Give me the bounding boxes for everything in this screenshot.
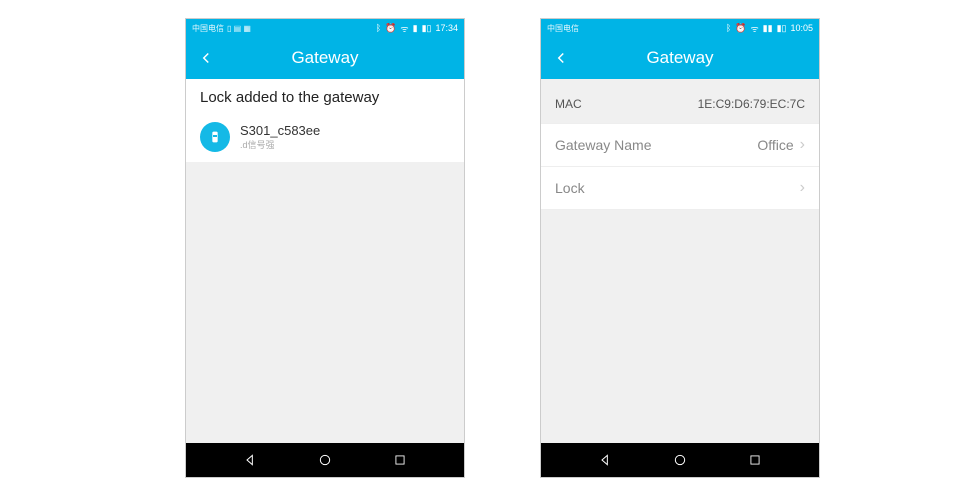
signal-icon: ▮ bbox=[413, 23, 418, 34]
back-button[interactable] bbox=[549, 46, 573, 70]
bluetooth-icon: ᛒ bbox=[726, 23, 731, 33]
status-bar: 中国电信 ▯ ▤ ▦ ᛒ ⏰ ᯤ ▮ ▮▯ 17:34 bbox=[186, 19, 464, 37]
wifi-icon: ᯤ bbox=[750, 22, 758, 35]
nav-back-button[interactable] bbox=[596, 450, 616, 470]
chevron-right-icon: › bbox=[800, 136, 805, 154]
lock-row[interactable]: Lock › bbox=[541, 167, 819, 210]
battery-icon: ▮▯ bbox=[422, 23, 432, 34]
mac-value: 1E:C9:D6:79:EC:7C bbox=[698, 97, 805, 111]
section-title: Lock added to the gateway bbox=[186, 79, 464, 116]
mac-row: MAC 1E:C9:D6:79:EC:7C bbox=[541, 85, 819, 124]
nav-home-button[interactable] bbox=[315, 450, 335, 470]
lock-device-icon bbox=[200, 122, 230, 152]
mac-label: MAC bbox=[555, 97, 582, 111]
status-bar: 中国电信 ᛒ ⏰ ᯤ ▮▮ ▮▯ 10:05 bbox=[541, 19, 819, 37]
nav-recent-button[interactable] bbox=[390, 450, 410, 470]
header: Gateway bbox=[186, 37, 464, 79]
nav-home-button[interactable] bbox=[670, 450, 690, 470]
gateway-name-value: Office bbox=[757, 137, 793, 153]
phone-left: 中国电信 ▯ ▤ ▦ ᛒ ⏰ ᯤ ▮ ▮▯ 17:34 Gateway Lock… bbox=[185, 18, 465, 478]
alarm-icon: ⏰ bbox=[385, 23, 396, 34]
gateway-name-row[interactable]: Gateway Name Office › bbox=[541, 124, 819, 167]
bluetooth-icon: ᛒ bbox=[376, 23, 381, 33]
nav-back-button[interactable] bbox=[241, 450, 261, 470]
lock-name: S301_c583ee bbox=[240, 123, 320, 138]
lock-signal-label: .d信号强 bbox=[240, 138, 320, 151]
nav-recent-button[interactable] bbox=[745, 450, 765, 470]
notification-icons: ▯ ▤ ▦ bbox=[227, 24, 251, 33]
chevron-right-icon: › bbox=[800, 179, 805, 197]
page-title: Gateway bbox=[646, 48, 713, 68]
back-button[interactable] bbox=[194, 46, 218, 70]
page-title: Gateway bbox=[291, 48, 358, 68]
clock-time: 10:05 bbox=[790, 23, 813, 33]
carrier-label: 中国电信 bbox=[547, 23, 579, 34]
gateway-name-label: Gateway Name bbox=[555, 137, 651, 153]
lock-list-item[interactable]: S301_c583ee .d信号强 bbox=[186, 116, 464, 162]
alarm-icon: ⏰ bbox=[735, 23, 746, 34]
signal-icon: ▮▮ bbox=[763, 23, 773, 34]
phone-right: 中国电信 ᛒ ⏰ ᯤ ▮▮ ▮▯ 10:05 Gateway MAC 1E:C9… bbox=[540, 18, 820, 478]
content-area: Lock added to the gateway S301_c583ee .d… bbox=[186, 79, 464, 443]
nav-bar bbox=[186, 443, 464, 477]
wifi-icon: ᯤ bbox=[400, 22, 408, 35]
battery-icon: ▮▯ bbox=[777, 23, 787, 34]
clock-time: 17:34 bbox=[435, 23, 458, 33]
lock-row-label: Lock bbox=[555, 180, 585, 196]
content-area: MAC 1E:C9:D6:79:EC:7C Gateway Name Offic… bbox=[541, 79, 819, 443]
header: Gateway bbox=[541, 37, 819, 79]
carrier-label: 中国电信 bbox=[192, 23, 224, 34]
nav-bar bbox=[541, 443, 819, 477]
